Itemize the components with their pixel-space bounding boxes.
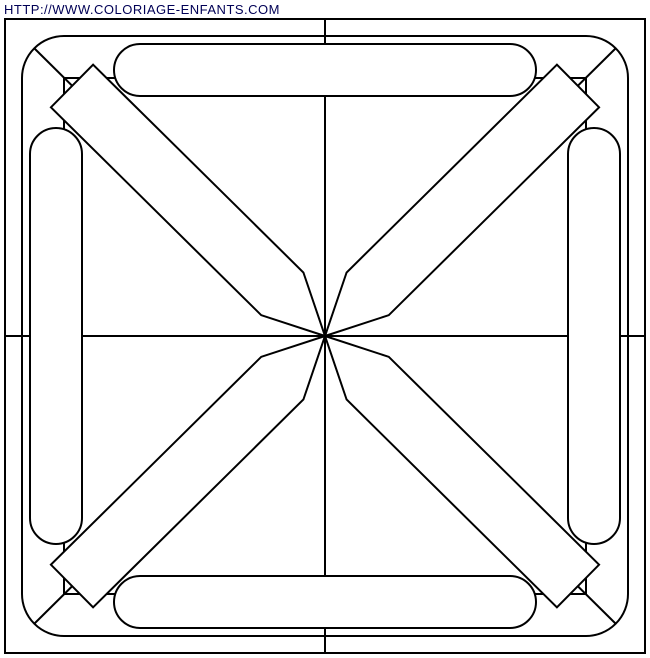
coloring-design (4, 18, 646, 654)
mandala-svg (4, 18, 646, 654)
watermark-url: HTTP://WWW.COLORIAGE-ENFANTS.COM (4, 2, 280, 17)
